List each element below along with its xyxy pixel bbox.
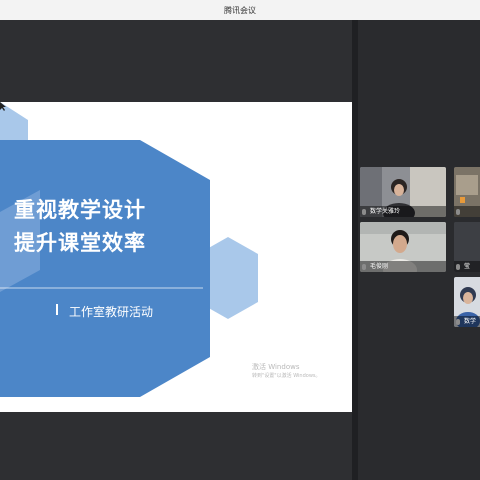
participant-name: 数学关雅玲	[360, 206, 446, 217]
video-tile[interactable]: 莹	[454, 222, 480, 272]
slide-title-line2: 提升课堂效率	[14, 231, 146, 255]
video-tile[interactable]: 数学	[454, 277, 480, 327]
participant-name: 数学	[454, 316, 480, 327]
mouse-cursor-icon	[0, 102, 6, 111]
participant-name	[454, 206, 480, 217]
windows-activation-watermark: 激活 Windows 转到"设置"以激活 Windows。	[252, 363, 321, 381]
video-tile[interactable]	[454, 167, 480, 217]
watermark-line2: 转到"设置"以激活 Windows。	[252, 373, 321, 379]
video-tile[interactable]: 数学关雅玲	[360, 167, 446, 217]
shared-screen-area: 重视教学设计 提升课堂效率 工作室教研活动 激活 Windows 转到"设置"以…	[0, 20, 352, 480]
video-tile[interactable]: 毛俊刚	[360, 222, 446, 272]
slide-title-line1: 重视教学设计	[14, 198, 146, 222]
subtitle-marker	[56, 304, 58, 315]
participant-name: 莹	[454, 261, 480, 272]
participant-video-panel: 数学关雅玲 毛俊刚 莹 数学	[358, 20, 480, 480]
participant-name: 毛俊刚	[360, 261, 446, 272]
watermark-line1: 激活 Windows	[252, 363, 300, 371]
window-title: 腾讯会议	[224, 5, 256, 15]
window-titlebar: 腾讯会议	[0, 0, 480, 21]
presentation-slide: 重视教学设计 提升课堂效率 工作室教研活动 激活 Windows 转到"设置"以…	[0, 102, 352, 412]
slide-subtitle: 工作室教研活动	[69, 305, 154, 319]
